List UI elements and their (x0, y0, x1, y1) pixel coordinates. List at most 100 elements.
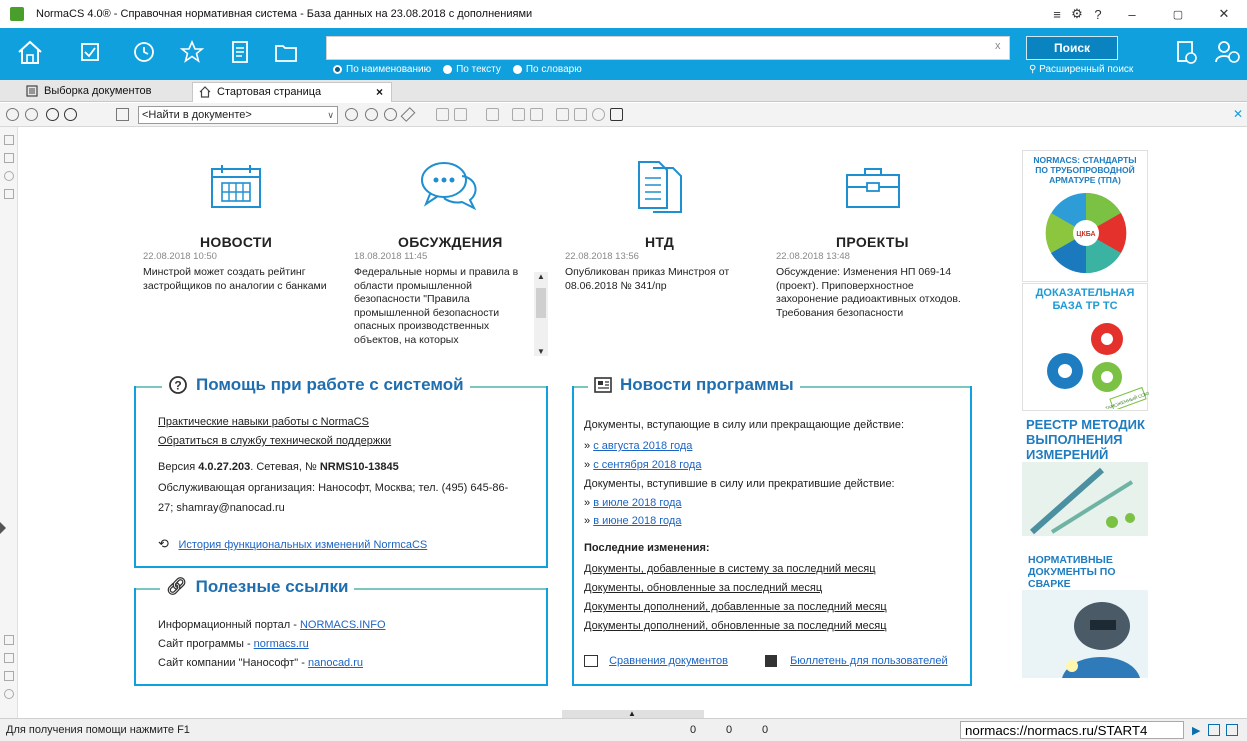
info-doc-icon[interactable] (4, 671, 14, 681)
search-input[interactable] (326, 36, 1010, 60)
close-button[interactable]: ✕ (1201, 6, 1247, 22)
home-icon[interactable] (16, 38, 44, 66)
scroll-thumb[interactable] (536, 288, 546, 318)
pin-icon[interactable]: ✕ (1233, 107, 1243, 121)
zoom-in-icon[interactable] (46, 108, 59, 121)
ad-valves-standards[interactable]: NORMACS: СТАНДАРТЫ ПО ТРУБОПРОВОДНОЙ АРМ… (1022, 150, 1148, 282)
bullet: » (584, 515, 591, 527)
settings-icon[interactable]: ⚙ (1067, 6, 1087, 22)
link-history[interactable]: История функциональных изменений NormcaC… (179, 539, 428, 551)
checklist-icon[interactable] (76, 38, 104, 66)
ad-center-text: ЦКБА (1076, 231, 1095, 238)
scroll-down-icon[interactable]: ▼ (537, 347, 545, 356)
tree-icon[interactable] (4, 153, 14, 163)
star-icon[interactable] (178, 38, 206, 66)
radio-by-name[interactable]: По наименованию (333, 64, 431, 75)
discussions-scrollbar[interactable]: ▲ ▼ (534, 272, 548, 356)
advanced-search-label: Расширенный поиск (1039, 64, 1134, 75)
export-icon[interactable] (486, 108, 499, 121)
list-icon[interactable] (4, 135, 14, 145)
link-sep-2018[interactable]: с сентября 2018 года (593, 459, 701, 471)
help-icon[interactable]: ? (1087, 7, 1109, 22)
info-icon[interactable] (4, 689, 14, 699)
window-title: NormaCS 4.0® - Справочная нормативная си… (36, 8, 533, 20)
web-icon[interactable] (592, 108, 605, 121)
document-download-icon[interactable] (1172, 38, 1200, 66)
link-recent-addon-added[interactable]: Документы дополнений, добавленные за пос… (584, 601, 887, 613)
link-user-bulletin[interactable]: Бюллетень для пользователей (790, 655, 948, 667)
link-tech-support[interactable]: Обратиться в службу технической поддержк… (158, 435, 391, 447)
zoom-out-icon[interactable] (64, 108, 77, 121)
tab-selection[interactable]: Выборка документов (20, 82, 190, 102)
copy-window-icon[interactable] (1208, 724, 1220, 736)
card-title-ntd: НТД (645, 234, 675, 250)
search-icon[interactable] (345, 108, 358, 121)
radio-by-dictionary[interactable]: По словарю (512, 64, 582, 75)
text-icon[interactable] (556, 108, 569, 121)
search-button[interactable]: Поиск (1026, 36, 1118, 60)
address-input[interactable] (960, 721, 1184, 739)
radio-by-text[interactable]: По тексту (443, 64, 501, 75)
go-icon[interactable]: ▶ (1192, 724, 1204, 737)
user-info-icon[interactable] (1213, 38, 1241, 66)
ad-welding-docs[interactable]: НОРМАТИВНЫЕ ДОКУМЕНТЫ ПО СВАРКЕ (1022, 548, 1148, 682)
tab-start-page[interactable]: Стартовая страница × (192, 82, 392, 102)
ad-title: НОРМАТИВНЫЕ ДОКУМЕНТЫ ПО СВАРКЕ (1028, 554, 1116, 590)
find-in-document-select[interactable]: <Найти в документе> ∨ (138, 106, 338, 124)
print-icon[interactable] (4, 653, 14, 663)
chevron-down-icon: ∨ (327, 110, 334, 120)
link-recent-updated[interactable]: Документы, обновленные за последний меся… (584, 582, 822, 594)
link-jul-2018[interactable]: в июле 2018 года (593, 497, 681, 509)
forward-icon[interactable] (25, 108, 38, 121)
link-nanocad-ru[interactable]: nanocad.ru (308, 657, 363, 669)
history-icon[interactable] (130, 38, 158, 66)
chat-bubbles-icon (421, 162, 477, 211)
advanced-search-link[interactable]: ⚲ Расширенный поиск (1029, 64, 1133, 75)
copy-icon[interactable] (436, 108, 449, 121)
card-text-ntd[interactable]: Опубликован приказ Минстроя от 08.06.201… (565, 266, 750, 293)
find-prev-icon[interactable] (384, 108, 397, 121)
link-normacs-ru[interactable]: normacs.ru (254, 638, 309, 650)
restore-button[interactable]: ▢ (1155, 8, 1201, 21)
highlight-icon[interactable] (400, 107, 416, 122)
find-next-icon[interactable] (365, 108, 378, 121)
splitter-up-icon[interactable]: ▲ (628, 709, 636, 718)
print-icon[interactable] (610, 108, 623, 121)
folder-icon[interactable] (272, 38, 300, 66)
document-icon[interactable] (226, 38, 254, 66)
link-jun-2018[interactable]: в июне 2018 года (593, 515, 681, 527)
back-icon[interactable] (6, 108, 19, 121)
bullet: » (584, 459, 591, 471)
page-icon[interactable] (116, 108, 129, 121)
split-window-icon[interactable] (1226, 724, 1238, 736)
word-icon[interactable] (574, 108, 587, 121)
scroll-up-icon[interactable]: ▲ (537, 272, 545, 281)
card-text-projects[interactable]: Обсуждение: Изменения НП 069-14 (проект)… (776, 266, 976, 320)
history-icon: ⟲ (158, 536, 173, 551)
link-recent-addon-updated[interactable]: Документы дополнений, обновленные за пос… (584, 620, 887, 632)
ad-measurement-registry[interactable]: РЕЕСТР МЕТОДИК ВЫПОЛНЕНИЯ ИЗМЕРЕНИЙ (1022, 413, 1148, 547)
link-normacs-info[interactable]: NORMACS.INFO (300, 619, 386, 631)
export-icon[interactable] (4, 635, 14, 645)
minimize-button[interactable]: – (1109, 7, 1155, 22)
card-text-discussions[interactable]: Федеральные нормы и правила в области пр… (354, 266, 532, 356)
tab-close-icon[interactable]: × (376, 83, 383, 101)
link-practical-skills[interactable]: Практические навыки работы с NormaCS (158, 416, 369, 428)
expand-panel-icon[interactable] (0, 522, 6, 534)
link-compare-documents[interactable]: Сравнения документов (609, 655, 728, 667)
paste-icon[interactable] (454, 108, 467, 121)
ad-evidence-base[interactable]: ДОКАЗАТЕЛЬНАЯ БАЗА ТР ТС ТАМОЖЕННЫЙ СОЮЗ (1022, 283, 1149, 411)
version-prefix: Версия (158, 461, 199, 473)
comments-icon[interactable] (4, 189, 14, 199)
history-icon[interactable] (4, 171, 14, 181)
welder-icon (1022, 590, 1148, 678)
search-clear-icon[interactable]: x (995, 40, 1001, 52)
comment-icon[interactable] (530, 108, 543, 121)
menu-icon[interactable]: ≡ (1047, 7, 1067, 22)
left-rail (0, 127, 18, 718)
card-text-news[interactable]: Минстрой может создать рейтинг застройщи… (143, 266, 343, 293)
radio-label: По словарю (525, 64, 582, 75)
checklist-icon[interactable] (512, 108, 525, 121)
link-recent-added[interactable]: Документы, добавленные в систему за посл… (584, 563, 876, 575)
link-aug-2018[interactable]: с августа 2018 года (593, 440, 692, 452)
